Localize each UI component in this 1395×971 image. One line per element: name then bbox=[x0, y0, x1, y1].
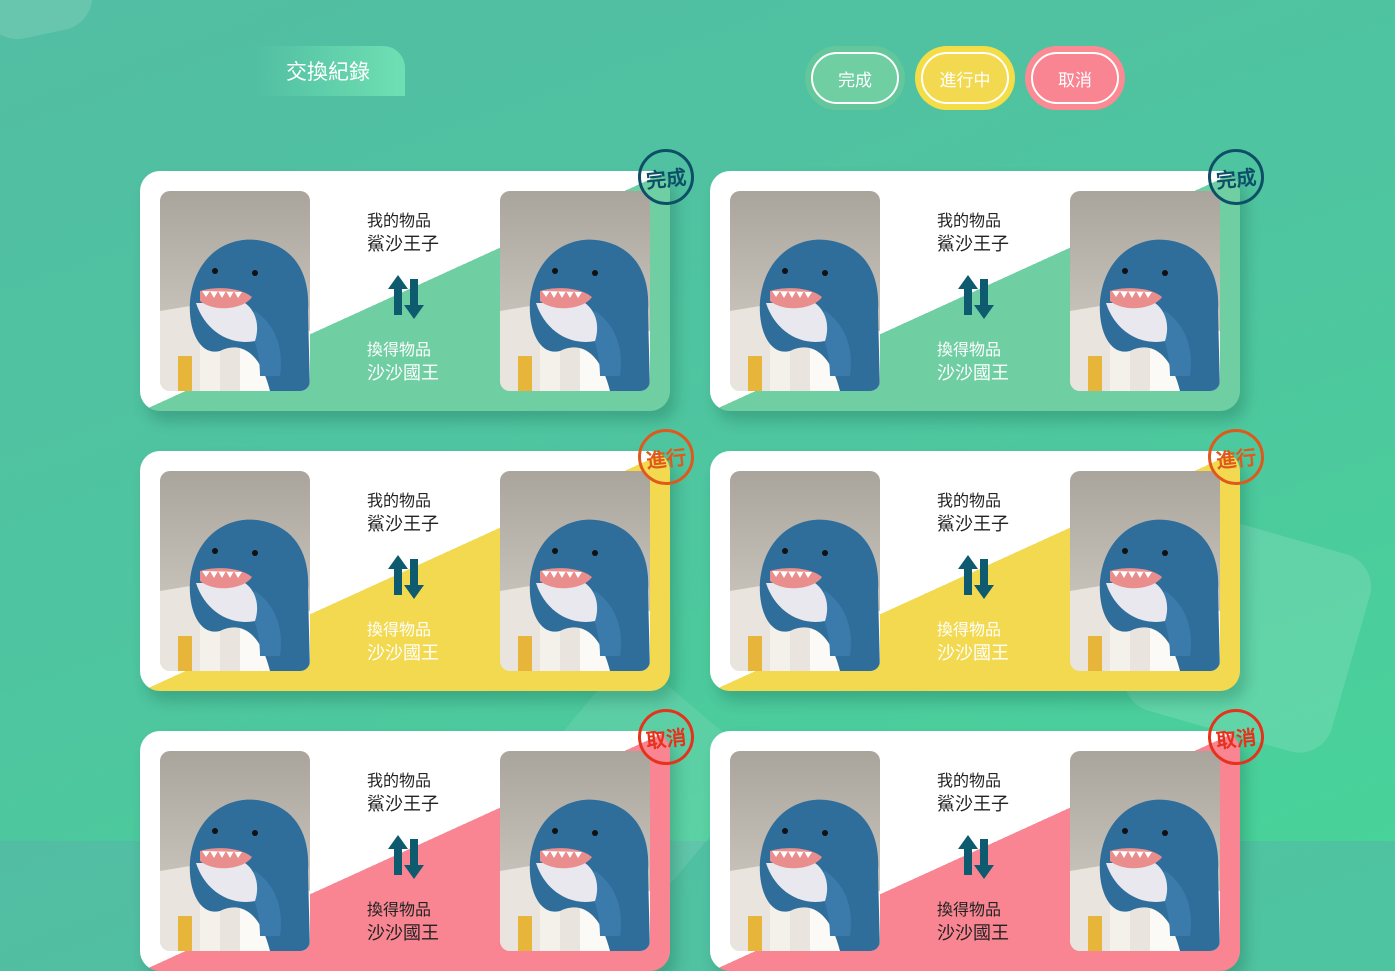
shark-plush-image bbox=[500, 751, 650, 951]
page-title: 交換紀錄 bbox=[255, 46, 405, 96]
received-item-name: 沙沙國王 bbox=[937, 923, 1009, 944]
status-filter-group: 完成 進行中 取消 bbox=[805, 46, 1125, 110]
swap-icon-wrap bbox=[958, 275, 994, 323]
received-item-name: 沙沙國王 bbox=[937, 643, 1009, 664]
my-item-name: 鯊沙王子 bbox=[367, 794, 439, 815]
filter-done-label: 完成 bbox=[811, 52, 899, 104]
shark-plush-image bbox=[730, 471, 880, 671]
item-info: 我的物品 鯊沙王子 換得物品 沙沙國王 bbox=[367, 771, 487, 946]
exchange-card[interactable]: 我的物品 鯊沙王子 換得物品 沙沙國王 bbox=[140, 731, 670, 971]
received-item-photo bbox=[1070, 751, 1220, 951]
my-item-label: 我的物品 bbox=[937, 211, 1002, 230]
received-item-name: 沙沙國王 bbox=[937, 363, 1009, 384]
item-info: 我的物品 鯊沙王子 換得物品 沙沙國王 bbox=[367, 211, 487, 386]
swap-arrows-icon bbox=[388, 275, 424, 319]
received-item-label: 換得物品 bbox=[367, 900, 432, 919]
swap-arrows-icon bbox=[958, 835, 994, 879]
swap-arrows-icon bbox=[958, 555, 994, 599]
swap-arrows-icon bbox=[388, 835, 424, 879]
my-item-name: 鯊沙王子 bbox=[937, 514, 1009, 535]
my-item-name: 鯊沙王子 bbox=[937, 234, 1009, 255]
exchange-card[interactable]: 我的物品 鯊沙王子 換得物品 沙沙國王 bbox=[710, 451, 1240, 691]
exchange-card[interactable]: 我的物品 鯊沙王子 換得物品 沙沙國王 bbox=[710, 731, 1240, 971]
swap-icon-wrap bbox=[388, 555, 424, 603]
shark-plush-image bbox=[730, 191, 880, 391]
received-item-label: 換得物品 bbox=[367, 340, 432, 359]
shark-plush-image bbox=[500, 471, 650, 671]
received-item-name: 沙沙國王 bbox=[367, 923, 439, 944]
received-item-name: 沙沙國王 bbox=[367, 363, 439, 384]
my-item-photo bbox=[160, 471, 310, 671]
swap-icon-wrap bbox=[958, 835, 994, 883]
background-decoration bbox=[0, 0, 99, 46]
my-item-photo bbox=[160, 751, 310, 951]
received-item-name: 沙沙國王 bbox=[367, 643, 439, 664]
received-item-photo bbox=[500, 751, 650, 951]
shark-plush-image bbox=[1070, 471, 1220, 671]
my-item-photo bbox=[730, 751, 880, 951]
filter-in-progress-label: 進行中 bbox=[921, 52, 1009, 104]
received-item-label: 換得物品 bbox=[367, 620, 432, 639]
received-item-label: 換得物品 bbox=[937, 620, 1002, 639]
item-info: 我的物品 鯊沙王子 換得物品 沙沙國王 bbox=[937, 211, 1057, 386]
received-item-photo bbox=[1070, 471, 1220, 671]
my-item-label: 我的物品 bbox=[937, 771, 1002, 790]
swap-icon-wrap bbox=[388, 835, 424, 883]
swap-icon-wrap bbox=[958, 555, 994, 603]
received-item-label: 換得物品 bbox=[937, 900, 1002, 919]
shark-plush-image bbox=[160, 191, 310, 391]
shark-plush-image bbox=[500, 191, 650, 391]
swap-arrows-icon bbox=[388, 555, 424, 599]
my-item-label: 我的物品 bbox=[367, 491, 432, 510]
received-item-photo bbox=[500, 471, 650, 671]
swap-icon-wrap bbox=[388, 275, 424, 323]
shark-plush-image bbox=[1070, 191, 1220, 391]
shark-plush-image bbox=[160, 471, 310, 671]
received-item-photo bbox=[1070, 191, 1220, 391]
my-item-photo bbox=[730, 471, 880, 671]
my-item-photo bbox=[160, 191, 310, 391]
received-item-label: 換得物品 bbox=[937, 340, 1002, 359]
item-info: 我的物品 鯊沙王子 換得物品 沙沙國王 bbox=[937, 491, 1057, 666]
my-item-name: 鯊沙王子 bbox=[937, 794, 1009, 815]
filter-done-button[interactable]: 完成 bbox=[805, 46, 905, 110]
received-item-photo bbox=[500, 191, 650, 391]
filter-cancelled-label: 取消 bbox=[1031, 52, 1119, 104]
shark-plush-image bbox=[160, 751, 310, 951]
item-info: 我的物品 鯊沙王子 換得物品 沙沙國王 bbox=[937, 771, 1057, 946]
exchange-card[interactable]: 我的物品 鯊沙王子 換得物品 沙沙國王 bbox=[710, 171, 1240, 411]
shark-plush-image bbox=[1070, 751, 1220, 951]
my-item-label: 我的物品 bbox=[367, 771, 432, 790]
my-item-label: 我的物品 bbox=[937, 491, 1002, 510]
my-item-name: 鯊沙王子 bbox=[367, 514, 439, 535]
shark-plush-image bbox=[730, 751, 880, 951]
my-item-label: 我的物品 bbox=[367, 211, 432, 230]
filter-cancelled-button[interactable]: 取消 bbox=[1025, 46, 1125, 110]
filter-in-progress-button[interactable]: 進行中 bbox=[915, 46, 1015, 110]
exchange-card[interactable]: 我的物品 鯊沙王子 換得物品 沙沙國王 bbox=[140, 171, 670, 411]
my-item-name: 鯊沙王子 bbox=[367, 234, 439, 255]
swap-arrows-icon bbox=[958, 275, 994, 319]
item-info: 我的物品 鯊沙王子 換得物品 沙沙國王 bbox=[367, 491, 487, 666]
exchange-card[interactable]: 我的物品 鯊沙王子 換得物品 沙沙國王 bbox=[140, 451, 670, 691]
my-item-photo bbox=[730, 191, 880, 391]
